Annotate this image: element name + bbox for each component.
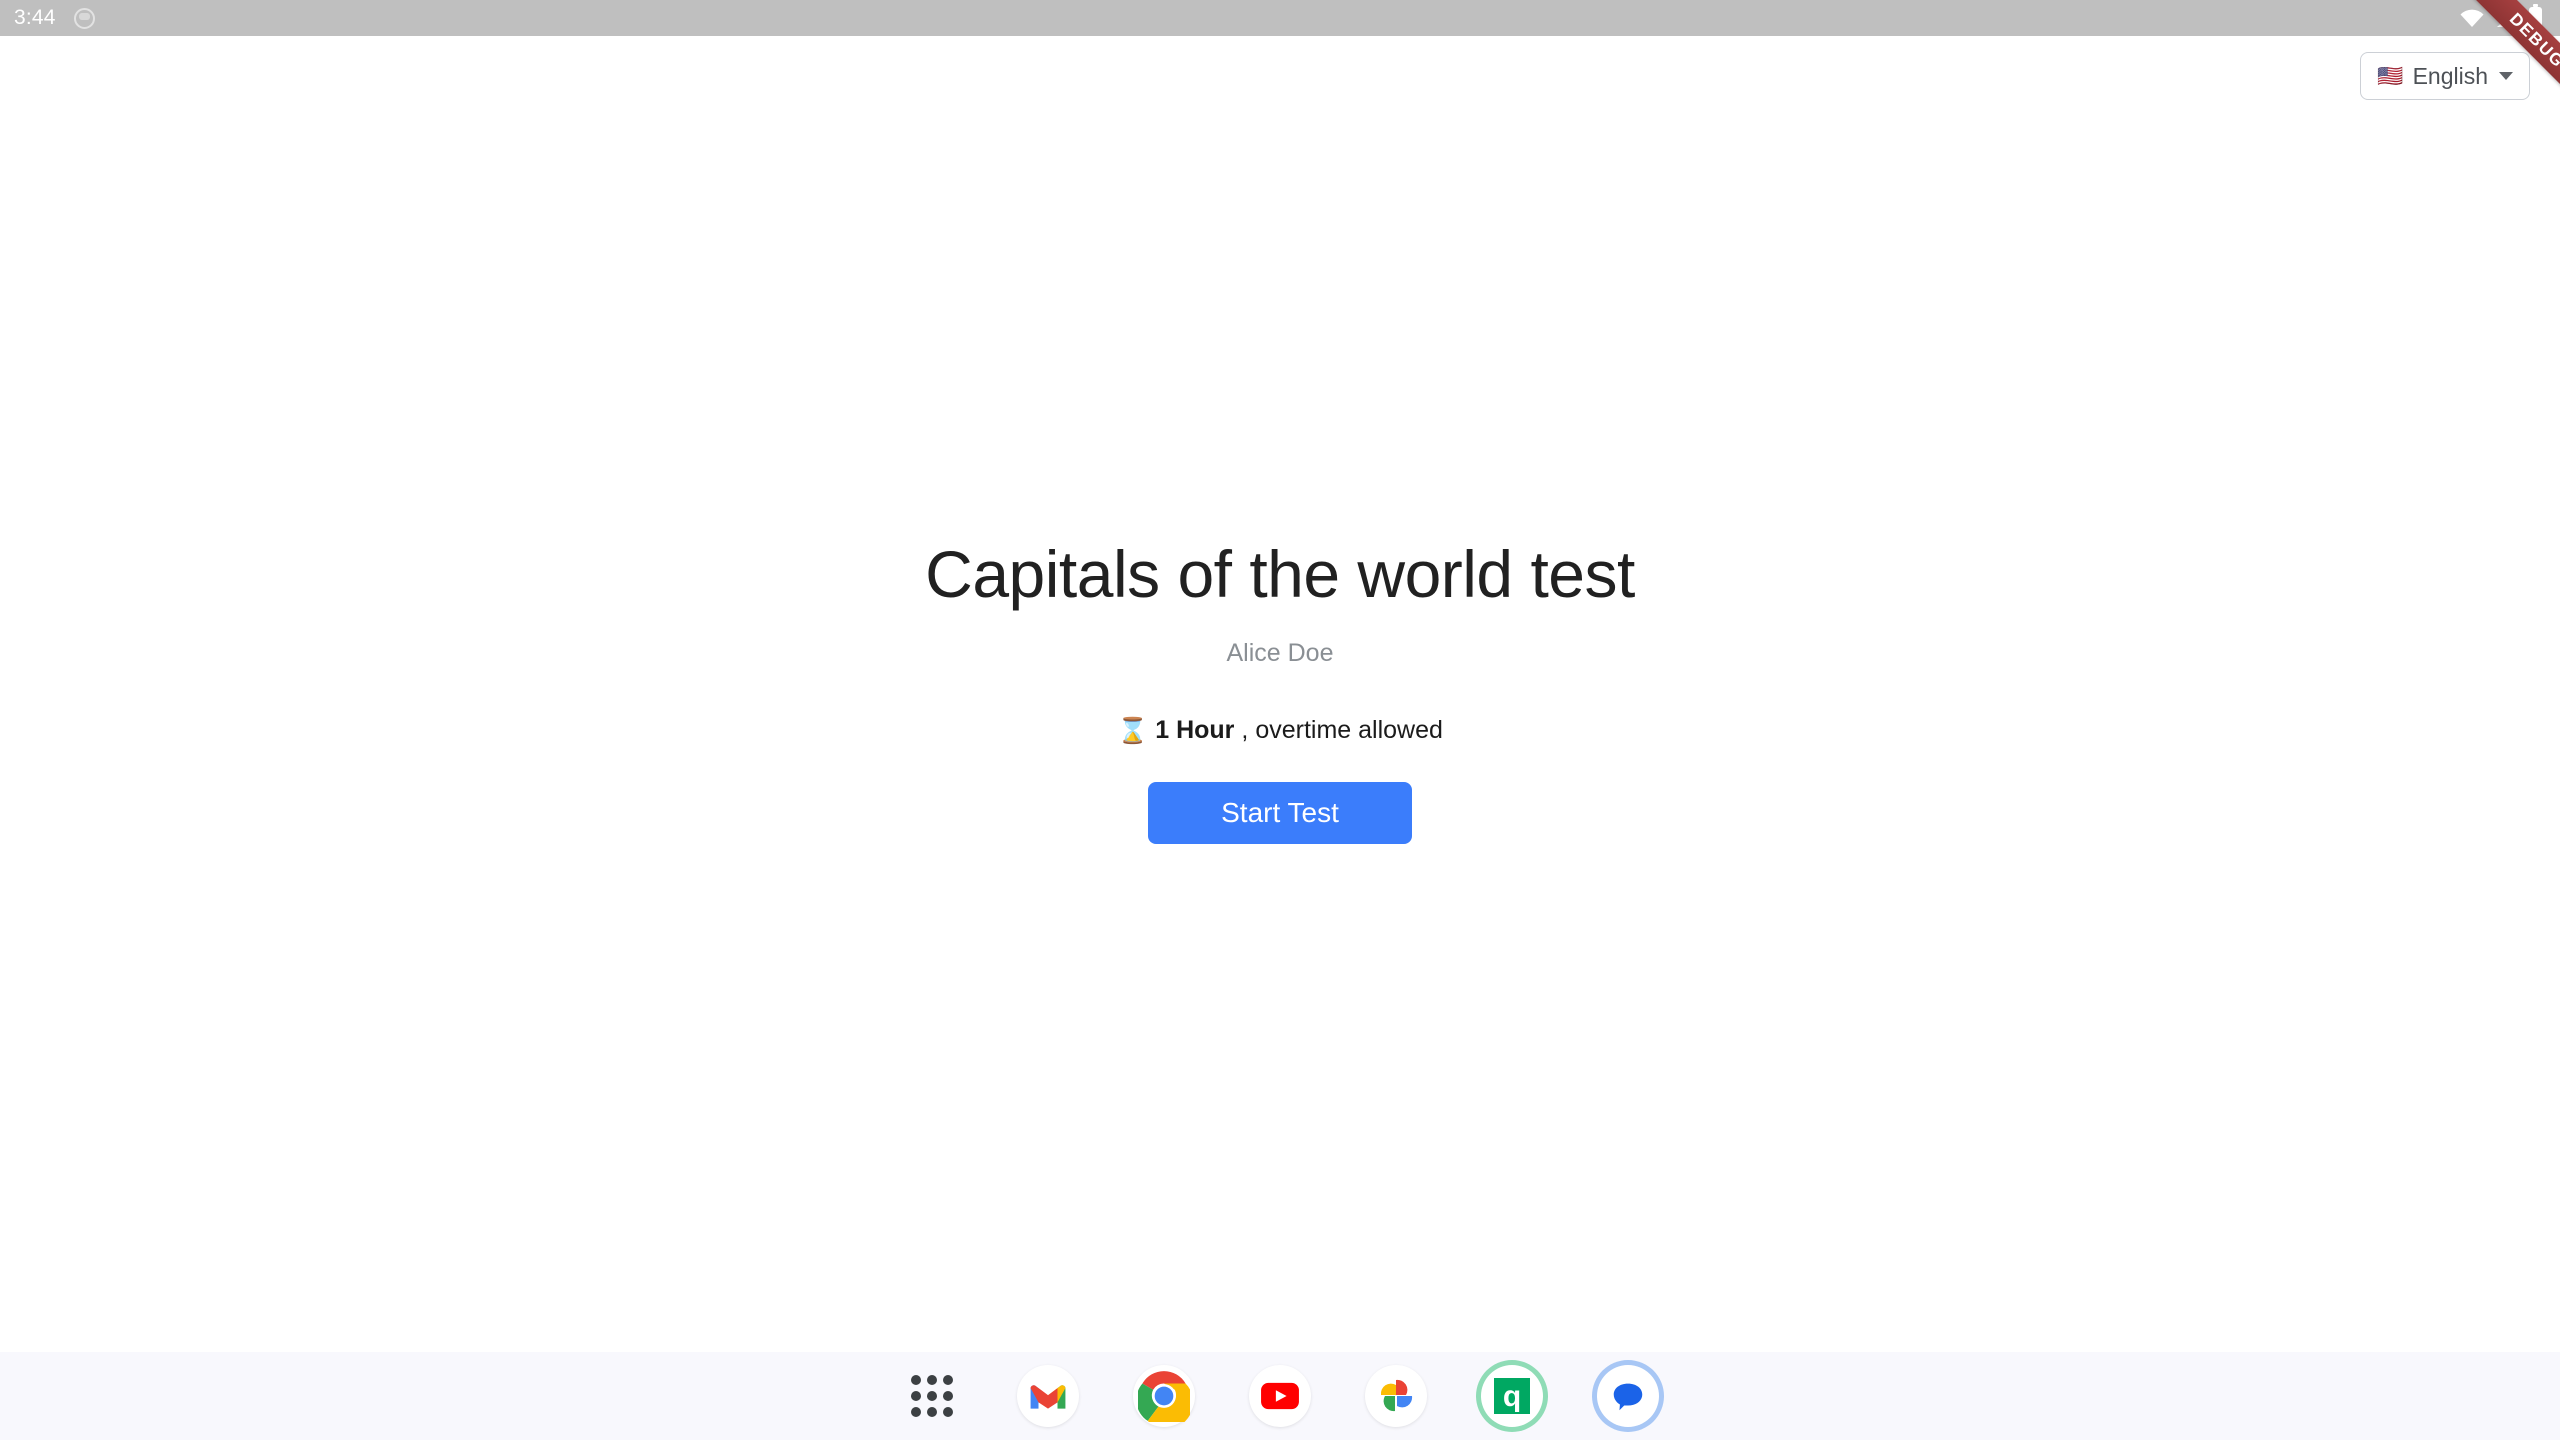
dock-item-chrome[interactable] bbox=[1126, 1358, 1202, 1434]
us-flag-icon: 🇺🇸 bbox=[2377, 64, 2404, 88]
language-selector[interactable]: 🇺🇸 English bbox=[2360, 52, 2530, 100]
youtube-icon bbox=[1249, 1365, 1311, 1427]
quizalize-q-glyph: q bbox=[1494, 1378, 1530, 1414]
google-photos-icon bbox=[1365, 1365, 1427, 1427]
test-duration-note: , overtime allowed bbox=[1241, 716, 1443, 744]
cell-signal-icon bbox=[2495, 8, 2519, 28]
dock-item-youtube[interactable] bbox=[1242, 1358, 1318, 1434]
test-duration-value: 1 Hour bbox=[1155, 716, 1235, 744]
dock-item-quizalize[interactable]: q bbox=[1474, 1358, 1550, 1434]
chrome-icon bbox=[1133, 1365, 1195, 1427]
status-bar-left: 3:44 bbox=[0, 6, 95, 30]
start-test-button[interactable]: Start Test bbox=[1148, 782, 1412, 844]
test-duration: ⌛ 1 Hour , overtime allowed bbox=[1117, 716, 1443, 745]
dock-item-all-apps[interactable] bbox=[894, 1358, 970, 1434]
notification-circle-icon bbox=[73, 7, 95, 29]
page-title: Capitals of the world test bbox=[925, 537, 1635, 611]
dock-item-gmail[interactable] bbox=[1010, 1358, 1086, 1434]
wifi-icon bbox=[2459, 8, 2485, 28]
gmail-icon bbox=[1017, 1365, 1079, 1427]
battery-icon bbox=[2529, 4, 2542, 29]
dock-item-google-photos[interactable] bbox=[1358, 1358, 1434, 1434]
status-bar: 3:44 bbox=[0, 0, 2560, 36]
apps-grid-icon bbox=[910, 1374, 954, 1418]
hourglass-icon: ⌛ bbox=[1117, 717, 1149, 745]
dock-item-messages[interactable] bbox=[1590, 1358, 1666, 1434]
test-author: Alice Doe bbox=[1226, 639, 1334, 667]
status-bar-right bbox=[2459, 4, 2560, 29]
language-selector-label: English bbox=[2412, 62, 2488, 89]
quizalize-icon: q bbox=[1481, 1365, 1543, 1427]
status-bar-clock: 3:44 bbox=[14, 6, 56, 29]
app-dock: q bbox=[0, 1352, 2560, 1440]
test-intro-page: Capitals of the world test Alice Doe ⌛ 1… bbox=[0, 36, 2560, 1352]
chevron-down-icon bbox=[2499, 72, 2513, 80]
messages-icon bbox=[1597, 1365, 1659, 1427]
